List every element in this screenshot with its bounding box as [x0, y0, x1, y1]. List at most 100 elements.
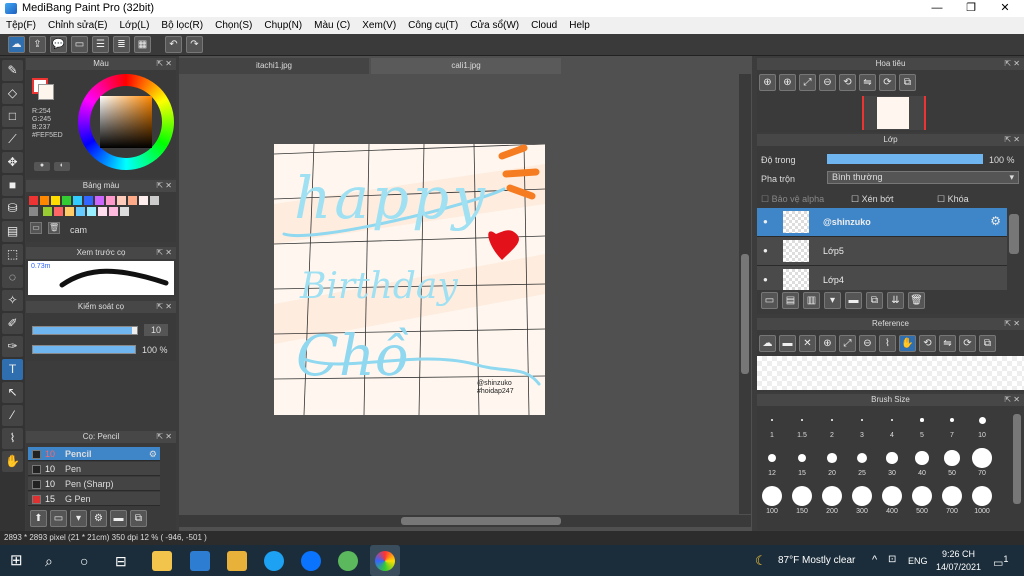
color-swap-button[interactable]: ◐	[54, 162, 70, 171]
shape-tool-icon[interactable]: □	[2, 106, 23, 127]
maximize-button[interactable]: ❐	[954, 0, 988, 17]
new-brush-icon[interactable]: ▭	[50, 510, 67, 527]
chat-icon[interactable]: 💬	[50, 36, 67, 53]
layer-row[interactable]: ● @shinzuko ⚙	[757, 208, 1007, 237]
artwork-canvas[interactable]: happy Birthday Chồ @shinzuko #hoidap247	[274, 144, 545, 415]
palette-swatches[interactable]	[28, 196, 168, 218]
gradient-tool-icon[interactable]: ▤	[2, 221, 23, 242]
minimize-button[interactable]: —	[920, 0, 954, 17]
rotate-right-icon[interactable]: ⟳	[959, 335, 976, 352]
medibang-taskbar-icon[interactable]	[370, 545, 400, 576]
document-icon[interactable]: ▭	[71, 36, 88, 53]
menu-filter[interactable]: Bộ lọc(R)	[161, 20, 203, 31]
brush-size-option[interactable]: 1.5	[789, 408, 815, 439]
fill-rect-tool-icon[interactable]: ■	[2, 175, 23, 196]
list-icon[interactable]: ≣	[113, 36, 130, 53]
lasso-tool-icon[interactable]: ◌	[2, 267, 23, 288]
close-reference-icon[interactable]: ✕	[799, 335, 816, 352]
horizontal-scrollbar[interactable]	[179, 515, 751, 527]
brush-size-option[interactable]: 1	[759, 408, 785, 439]
rotate-left-icon[interactable]: ⟲	[919, 335, 936, 352]
brush-list-item[interactable]: 10 Pen	[28, 462, 160, 476]
brush-size-option[interactable]: 3	[849, 408, 875, 439]
magic-wand-tool-icon[interactable]: ✧	[2, 290, 23, 311]
brush-size-option[interactable]: 20	[819, 446, 845, 477]
search-icon[interactable]: ⌕	[45, 551, 65, 571]
blend-mode-select[interactable]: Bình thường ▾	[827, 171, 1019, 184]
brush-menu-icon[interactable]: ▾	[70, 510, 87, 527]
bucket-tool-icon[interactable]: ⛁	[2, 198, 23, 219]
duplicate-layer-icon[interactable]: ⧉	[866, 292, 883, 309]
hand-icon[interactable]: ✋	[899, 335, 916, 352]
brush-size-option[interactable]: 30	[879, 446, 905, 477]
gear-icon[interactable]: ⚙	[149, 447, 157, 461]
brush-size-option[interactable]: 500	[909, 484, 935, 515]
brush-size-option[interactable]: 700	[939, 484, 965, 515]
brush-size-scrollbar[interactable]	[1013, 414, 1021, 504]
network-icon[interactable]: ⊡	[888, 554, 896, 565]
grid-icon[interactable]: ▦	[134, 36, 151, 53]
menu-help[interactable]: Help	[569, 20, 590, 31]
layer-row[interactable]: ● Lớp5	[757, 237, 1007, 266]
panel-close-icon[interactable]: ⇱ ✕	[1004, 318, 1020, 330]
fit-icon[interactable]: ⤢	[839, 335, 856, 352]
new-halftone-layer-icon[interactable]: ▤	[782, 292, 799, 309]
brush-folder-icon[interactable]: ▬	[110, 510, 127, 527]
brush-size-option[interactable]: 70	[969, 446, 995, 477]
brush-size-option[interactable]: 15	[789, 446, 815, 477]
brush-list-item[interactable]: 10 Pen (Sharp)	[28, 477, 160, 491]
operation-tool-icon[interactable]: ↖	[2, 382, 23, 403]
brush-duplicate-icon[interactable]: ⧉	[130, 510, 147, 527]
flip-icon[interactable]: ⇋	[939, 335, 956, 352]
rotate-right-icon[interactable]: ⟳	[879, 74, 896, 91]
vertical-scrollbar[interactable]	[739, 74, 751, 514]
panel-close-icon[interactable]: ⇱ ✕	[156, 180, 172, 192]
layer-folder-icon[interactable]: ▬	[845, 292, 862, 309]
select-eraser-tool-icon[interactable]: ✑	[2, 336, 23, 357]
brush-list-item[interactable]: 10 Pencil ⚙	[28, 447, 160, 461]
menu-select[interactable]: Chọn(S)	[215, 20, 252, 31]
menu-snap[interactable]: Chụp(N)	[264, 20, 302, 31]
tab-cali[interactable]: cali1.jpg	[371, 58, 561, 74]
brush-size-value[interactable]: 10	[144, 324, 168, 336]
chevron-up-icon[interactable]: ^	[872, 554, 877, 566]
undo-icon[interactable]: ↶	[165, 36, 182, 53]
hand-tool-icon[interactable]: ✋	[2, 451, 23, 472]
delete-layer-icon[interactable]: 🗑	[908, 292, 925, 309]
notes-icon[interactable]: ☰	[92, 36, 109, 53]
language-indicator[interactable]: ENG	[908, 556, 928, 566]
protect-alpha-checkbox[interactable]: ☐ Bảo vệ alpha	[761, 194, 824, 205]
new-palette-icon[interactable]: ▭	[30, 222, 42, 234]
tab-itachi[interactable]: itachi1.jpg	[179, 58, 369, 74]
panel-close-icon[interactable]: ⇱ ✕	[156, 431, 172, 443]
divide-tool-icon[interactable]: ⁄	[2, 405, 23, 426]
brush-size-option[interactable]: 40	[909, 446, 935, 477]
zoom-out-icon[interactable]: ⊖	[859, 335, 876, 352]
eyedropper-icon[interactable]: ⌇	[879, 335, 896, 352]
eyedropper-tool-icon[interactable]: ⌇	[2, 428, 23, 449]
brush-list-item[interactable]: 15 G Pen	[28, 492, 160, 506]
eye-icon[interactable]: ●	[763, 275, 768, 284]
brush-size-option[interactable]: 25	[849, 446, 875, 477]
reference-view[interactable]	[757, 356, 1024, 390]
menu-color[interactable]: Màu (C)	[314, 20, 350, 31]
brush-opacity-slider[interactable]	[32, 345, 136, 354]
eraser-tool-icon[interactable]: ◇	[2, 83, 23, 104]
widgets-icon[interactable]: ⊟	[115, 551, 135, 571]
zalo-icon[interactable]	[301, 551, 321, 571]
redo-icon[interactable]: ↷	[186, 36, 203, 53]
menu-file[interactable]: Tệp(F)	[6, 20, 36, 31]
brush-size-option[interactable]: 12	[759, 446, 785, 477]
brush-size-option[interactable]: 1000	[969, 484, 995, 515]
file-explorer-icon[interactable]	[227, 551, 247, 571]
layer-scrollbar[interactable]	[1009, 214, 1019, 254]
brush-size-option[interactable]: 10	[969, 408, 995, 439]
hue-ring[interactable]	[78, 74, 174, 170]
flip-icon[interactable]: ⇋	[859, 74, 876, 91]
brush-size-option[interactable]: 5	[909, 408, 935, 439]
move-tool-icon[interactable]: ✥	[2, 152, 23, 173]
panel-close-icon[interactable]: ⇱ ✕	[1004, 134, 1020, 146]
rotate-left-icon[interactable]: ⟲	[839, 74, 856, 91]
brush-size-option[interactable]: 150	[789, 484, 815, 515]
layer-row[interactable]: ● Lớp4	[757, 266, 1007, 290]
